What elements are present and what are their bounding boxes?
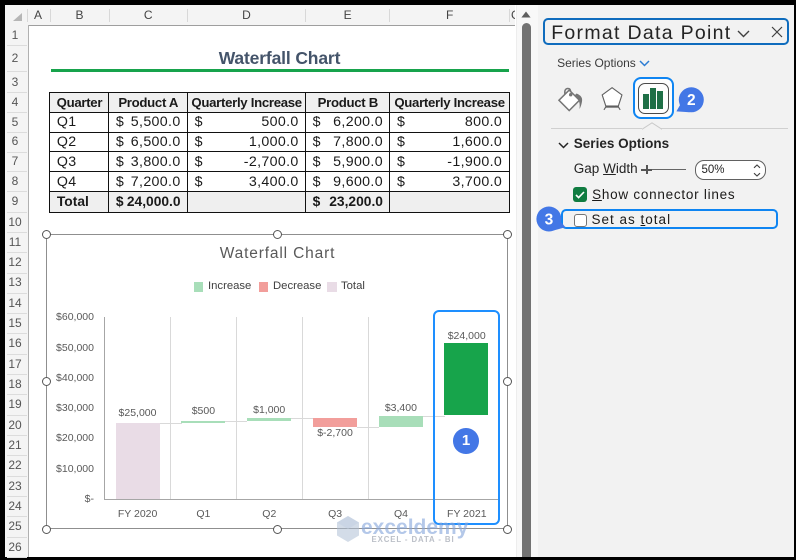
svg-text:2: 2 — [687, 92, 696, 109]
svg-text:3: 3 — [545, 211, 554, 228]
svg-text:EXCEL - DATA - BI: EXCEL - DATA - BI — [372, 535, 455, 544]
